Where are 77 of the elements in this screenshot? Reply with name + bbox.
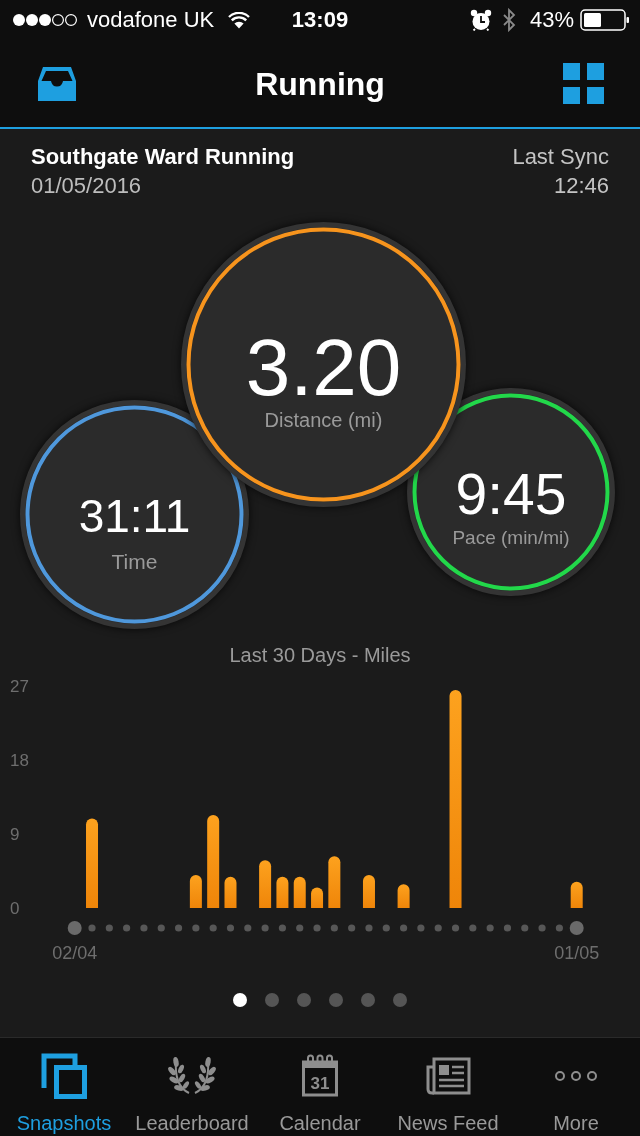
chart-title: Last 30 Days - Miles — [228, 643, 412, 668]
day-marker — [140, 924, 148, 932]
day-marker — [365, 924, 373, 932]
sync-time: 12:46 — [553, 172, 609, 200]
chart-bar — [363, 875, 375, 908]
day-marker — [192, 924, 200, 932]
laurel-wreath-icon — [168, 1056, 216, 1096]
more-dots-icon — [553, 1070, 599, 1082]
signal-icon — [12, 13, 78, 27]
grid-menu-icon[interactable] — [563, 63, 604, 104]
axis-label: 02/04 — [52, 943, 98, 963]
day-marker — [226, 924, 235, 932]
day-marker — [261, 924, 269, 932]
axis-label: 27 — [10, 677, 29, 696]
newspaper-icon — [425, 1057, 471, 1095]
metric-value: 9:45 — [455, 465, 567, 523]
metric-value: 31:11 — [78, 493, 191, 539]
activity-title: Southgate Ward Running — [31, 143, 295, 171]
day-marker — [451, 924, 460, 932]
chart-bar — [311, 887, 324, 908]
day-marker — [348, 924, 356, 932]
day-marker — [400, 924, 408, 932]
tab-bar-item[interactable]: News Feed — [384, 1038, 512, 1136]
wifi-icon — [228, 11, 251, 29]
day-marker — [296, 924, 304, 932]
screen-title: Running — [255, 67, 385, 100]
day-marker — [417, 924, 425, 932]
axis-label: 01/05 — [554, 943, 600, 963]
day-marker — [157, 924, 165, 932]
day-marker — [88, 924, 96, 932]
carrier-name: vodafone UK — [87, 9, 215, 31]
day-marker — [313, 924, 321, 932]
sync-label: Last Sync — [512, 143, 609, 171]
day-marker — [278, 924, 286, 932]
tab-bar-item[interactable]: 31 Calendar — [256, 1038, 384, 1136]
activity-date: 01/05/2016 — [31, 172, 142, 200]
alarm-clock-icon — [469, 9, 492, 31]
battery-icon — [580, 9, 630, 31]
metric-label: Time — [111, 550, 158, 574]
day-marker — [330, 924, 338, 932]
day-marker — [123, 924, 131, 932]
tab-bar-item[interactable]: More — [512, 1038, 640, 1136]
axis-label: 18 — [10, 751, 29, 770]
inbox-icon[interactable] — [38, 66, 76, 101]
day-marker — [469, 924, 477, 932]
day-marker — [174, 924, 183, 932]
axis-label: 0 — [10, 899, 20, 918]
axis-label: 9 — [10, 825, 20, 844]
day-marker — [209, 924, 217, 932]
battery-percent: 43% — [529, 9, 574, 31]
chart-bar — [397, 884, 410, 908]
day-marker — [244, 924, 252, 932]
metric-label: Distance (mi) — [264, 407, 383, 432]
chart-bar — [570, 881, 583, 908]
day-marker — [382, 924, 390, 932]
day-marker — [67, 921, 82, 935]
day-marker — [521, 924, 529, 932]
chart-bar — [276, 876, 289, 908]
day-marker — [486, 924, 494, 932]
day-marker — [503, 924, 512, 932]
chart-bar — [293, 876, 306, 908]
day-marker — [555, 924, 563, 932]
day-marker — [434, 924, 442, 932]
metric-label: Pace (min/mi) — [452, 526, 570, 549]
day-marker — [105, 924, 113, 932]
metric-value: 3.20 — [245, 327, 402, 408]
chart-bar — [328, 856, 341, 908]
day-marker — [538, 924, 546, 932]
chart-bar — [189, 875, 202, 908]
status-time: 13:09 — [290, 9, 350, 31]
tab-bar-item[interactable]: Snapshots — [0, 1038, 128, 1136]
day-marker — [569, 921, 584, 935]
stacked-squares-icon — [41, 1053, 87, 1099]
bluetooth-icon — [501, 8, 516, 32]
chart-bar — [259, 860, 272, 908]
tab-bar-item[interactable]: Leaderboard — [128, 1038, 256, 1136]
chart-bar — [224, 876, 237, 908]
